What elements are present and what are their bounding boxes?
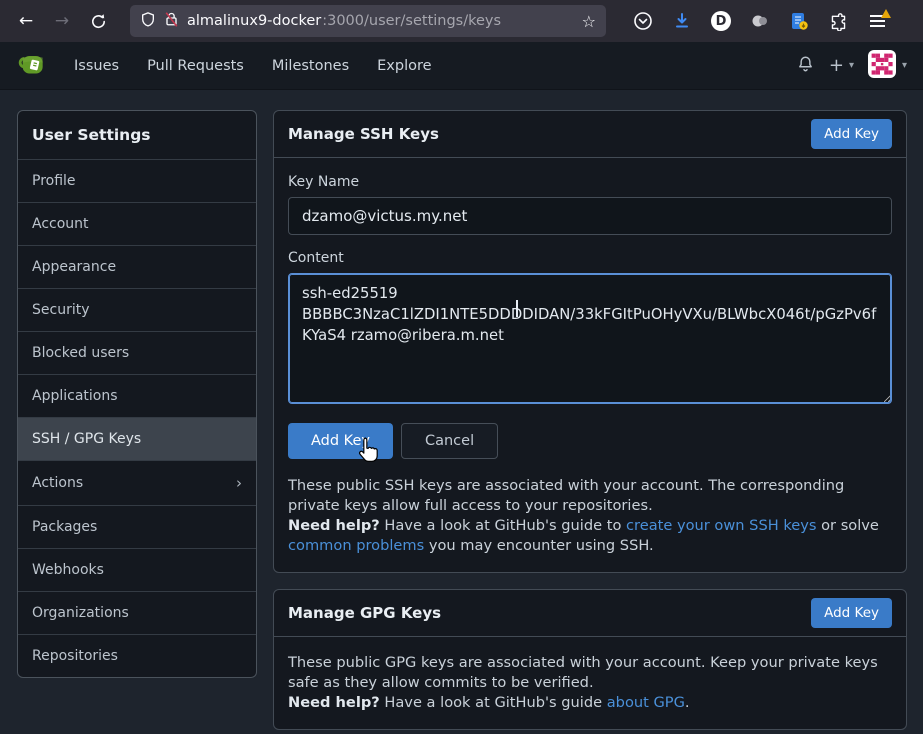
sidebar-item-account[interactable]: Account <box>18 202 256 245</box>
browser-toolbar: ← → almalinux9-docker :3000/user/setting… <box>0 0 923 42</box>
downloads-icon[interactable] <box>667 6 697 36</box>
gpg-add-key-toggle-button[interactable]: Add Key <box>811 598 892 628</box>
create-ssh-keys-link[interactable]: create your own SSH keys <box>626 517 816 534</box>
create-new-dropdown[interactable]: + ▾ <box>829 55 854 76</box>
update-badge-icon <box>881 9 891 18</box>
forward-icon[interactable]: → <box>46 6 78 36</box>
extension-d-letter: D <box>711 11 731 31</box>
ssh-help-text: These public SSH keys are associated wit… <box>288 476 892 556</box>
plus-icon: + <box>829 55 844 76</box>
user-menu-dropdown[interactable]: ▾ <box>868 50 907 82</box>
nav-link-pull-requests[interactable]: Pull Requests <box>133 48 258 84</box>
sidebar-item-ssh-gpg-keys[interactable]: SSH / GPG Keys <box>18 417 256 460</box>
chevron-down-icon: ▾ <box>849 60 854 71</box>
user-avatar-identicon <box>868 50 896 82</box>
sidebar-item-appearance[interactable]: Appearance <box>18 245 256 288</box>
sidebar-title: User Settings <box>18 111 256 159</box>
url-host: almalinux9-docker <box>187 13 321 29</box>
sidebar-item-actions[interactable]: Actions › <box>18 460 256 505</box>
gpg-panel-title: Manage GPG Keys <box>288 604 441 622</box>
notifications-bell-icon[interactable] <box>796 54 815 78</box>
about-gpg-link[interactable]: about GPG <box>607 694 685 711</box>
cancel-button[interactable]: Cancel <box>401 423 498 459</box>
url-path: :3000/user/settings/keys <box>322 13 501 29</box>
pocket-icon[interactable] <box>628 6 658 36</box>
text-caret <box>516 300 518 317</box>
chevron-down-icon: ▾ <box>902 60 907 71</box>
gitea-navbar: Issues Pull Requests Milestones Explore … <box>0 42 923 90</box>
sidebar-item-applications[interactable]: Applications <box>18 374 256 417</box>
back-icon[interactable]: ← <box>10 6 42 36</box>
settings-sidebar: User Settings Profile Account Appearance… <box>17 110 257 678</box>
gitea-logo-icon[interactable] <box>16 52 46 80</box>
sidebar-item-packages[interactable]: Packages <box>18 505 256 548</box>
extension-gray-icon[interactable] <box>745 6 775 36</box>
shield-icon[interactable] <box>140 11 156 32</box>
refresh-icon[interactable] <box>82 6 114 36</box>
nav-link-milestones[interactable]: Milestones <box>258 48 363 84</box>
nav-link-explore[interactable]: Explore <box>363 48 445 84</box>
need-help-label: Need help? <box>288 517 380 534</box>
gpg-help-text: These public GPG keys are associated wit… <box>288 653 892 713</box>
extensions-puzzle-icon[interactable] <box>823 6 853 36</box>
ssh-add-key-submit-button[interactable]: Add Key <box>288 423 393 459</box>
bookmark-star-icon[interactable]: ☆ <box>582 12 596 31</box>
sidebar-item-blocked-users[interactable]: Blocked users <box>18 331 256 374</box>
nav-link-issues[interactable]: Issues <box>60 48 133 84</box>
extension-doc-icon[interactable] <box>784 6 814 36</box>
menu-hamburger-icon[interactable] <box>862 6 892 36</box>
sidebar-item-security[interactable]: Security <box>18 288 256 331</box>
url-bar[interactable]: almalinux9-docker :3000/user/settings/ke… <box>130 5 606 37</box>
ssh-add-key-toggle-button[interactable]: Add Key <box>811 119 892 149</box>
insecure-lock-icon[interactable] <box>164 11 179 32</box>
need-help-label: Need help? <box>288 694 380 711</box>
chevron-right-icon: › <box>236 474 242 492</box>
common-problems-link[interactable]: common problems <box>288 537 424 554</box>
key-content-textarea[interactable]: ssh-ed25519 BBBBC3NzaC1lZDI1NTE5DDDDIDAN… <box>288 273 892 404</box>
extension-d-icon[interactable]: D <box>706 6 736 36</box>
content-label: Content <box>288 250 892 266</box>
ssh-keys-panel: Manage SSH Keys Add Key Key Name Content… <box>273 110 907 573</box>
key-name-input[interactable] <box>288 197 892 235</box>
ssh-panel-title: Manage SSH Keys <box>288 125 439 143</box>
key-name-label: Key Name <box>288 174 892 190</box>
sidebar-item-organizations[interactable]: Organizations <box>18 591 256 634</box>
sidebar-item-repositories[interactable]: Repositories <box>18 634 256 677</box>
gpg-keys-panel: Manage GPG Keys Add Key These public GPG… <box>273 589 907 730</box>
sidebar-item-profile[interactable]: Profile <box>18 159 256 202</box>
sidebar-item-webhooks[interactable]: Webhooks <box>18 548 256 591</box>
